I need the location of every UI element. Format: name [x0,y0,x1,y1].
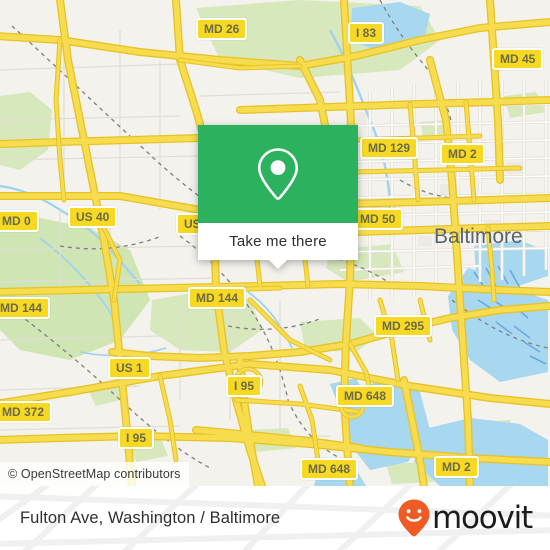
road-shield: MD 0 [0,210,39,232]
place-title: Fulton Ave, Washington / Baltimore [20,508,281,527]
take-me-there-button[interactable]: Take me there [198,223,358,260]
road-shield: MD 129 [360,137,419,159]
footer-bar: Fulton Ave, Washington / Baltimore moovi… [0,486,550,550]
moovit-pin-smile-icon [398,499,430,537]
moovit-logo[interactable]: moovit [397,498,533,538]
map-pin-icon [257,148,299,200]
road-shield: US 1 [108,357,151,379]
road-shield: US 40 [68,206,118,228]
card-pin-area [198,125,358,223]
road-shield: MD 144 [188,287,247,309]
moovit-map-screen: .land { fill:#f4f2ec; } .park { fill:#d7… [0,0,550,550]
road-shield: MD 372 [0,401,53,423]
take-me-there-label: Take me there [229,233,327,250]
road-shield: I 83 [348,22,385,44]
road-shield: MD 2 [440,143,485,165]
road-shield: MD 50 [352,208,404,230]
card-pointer-tail [268,259,288,269]
road-shield: MD 2 [434,456,479,478]
road-shield: MD 648 [300,458,359,480]
road-shield: I 95 [118,427,155,449]
road-shield: MD 648 [336,385,395,407]
road-shield: MD 144 [0,297,51,319]
road-shield: MD 26 [196,18,248,40]
map-city-label: Baltimore [434,225,523,248]
road-shield: I 95 [226,375,263,397]
road-shield: MD 295 [374,315,433,337]
location-popup-card[interactable]: Take me there [198,125,358,269]
moovit-wordmark: moovit [431,499,533,536]
road-shield: MD 45 [492,48,544,70]
osm-attribution[interactable]: © OpenStreetMap contributors [0,462,189,486]
